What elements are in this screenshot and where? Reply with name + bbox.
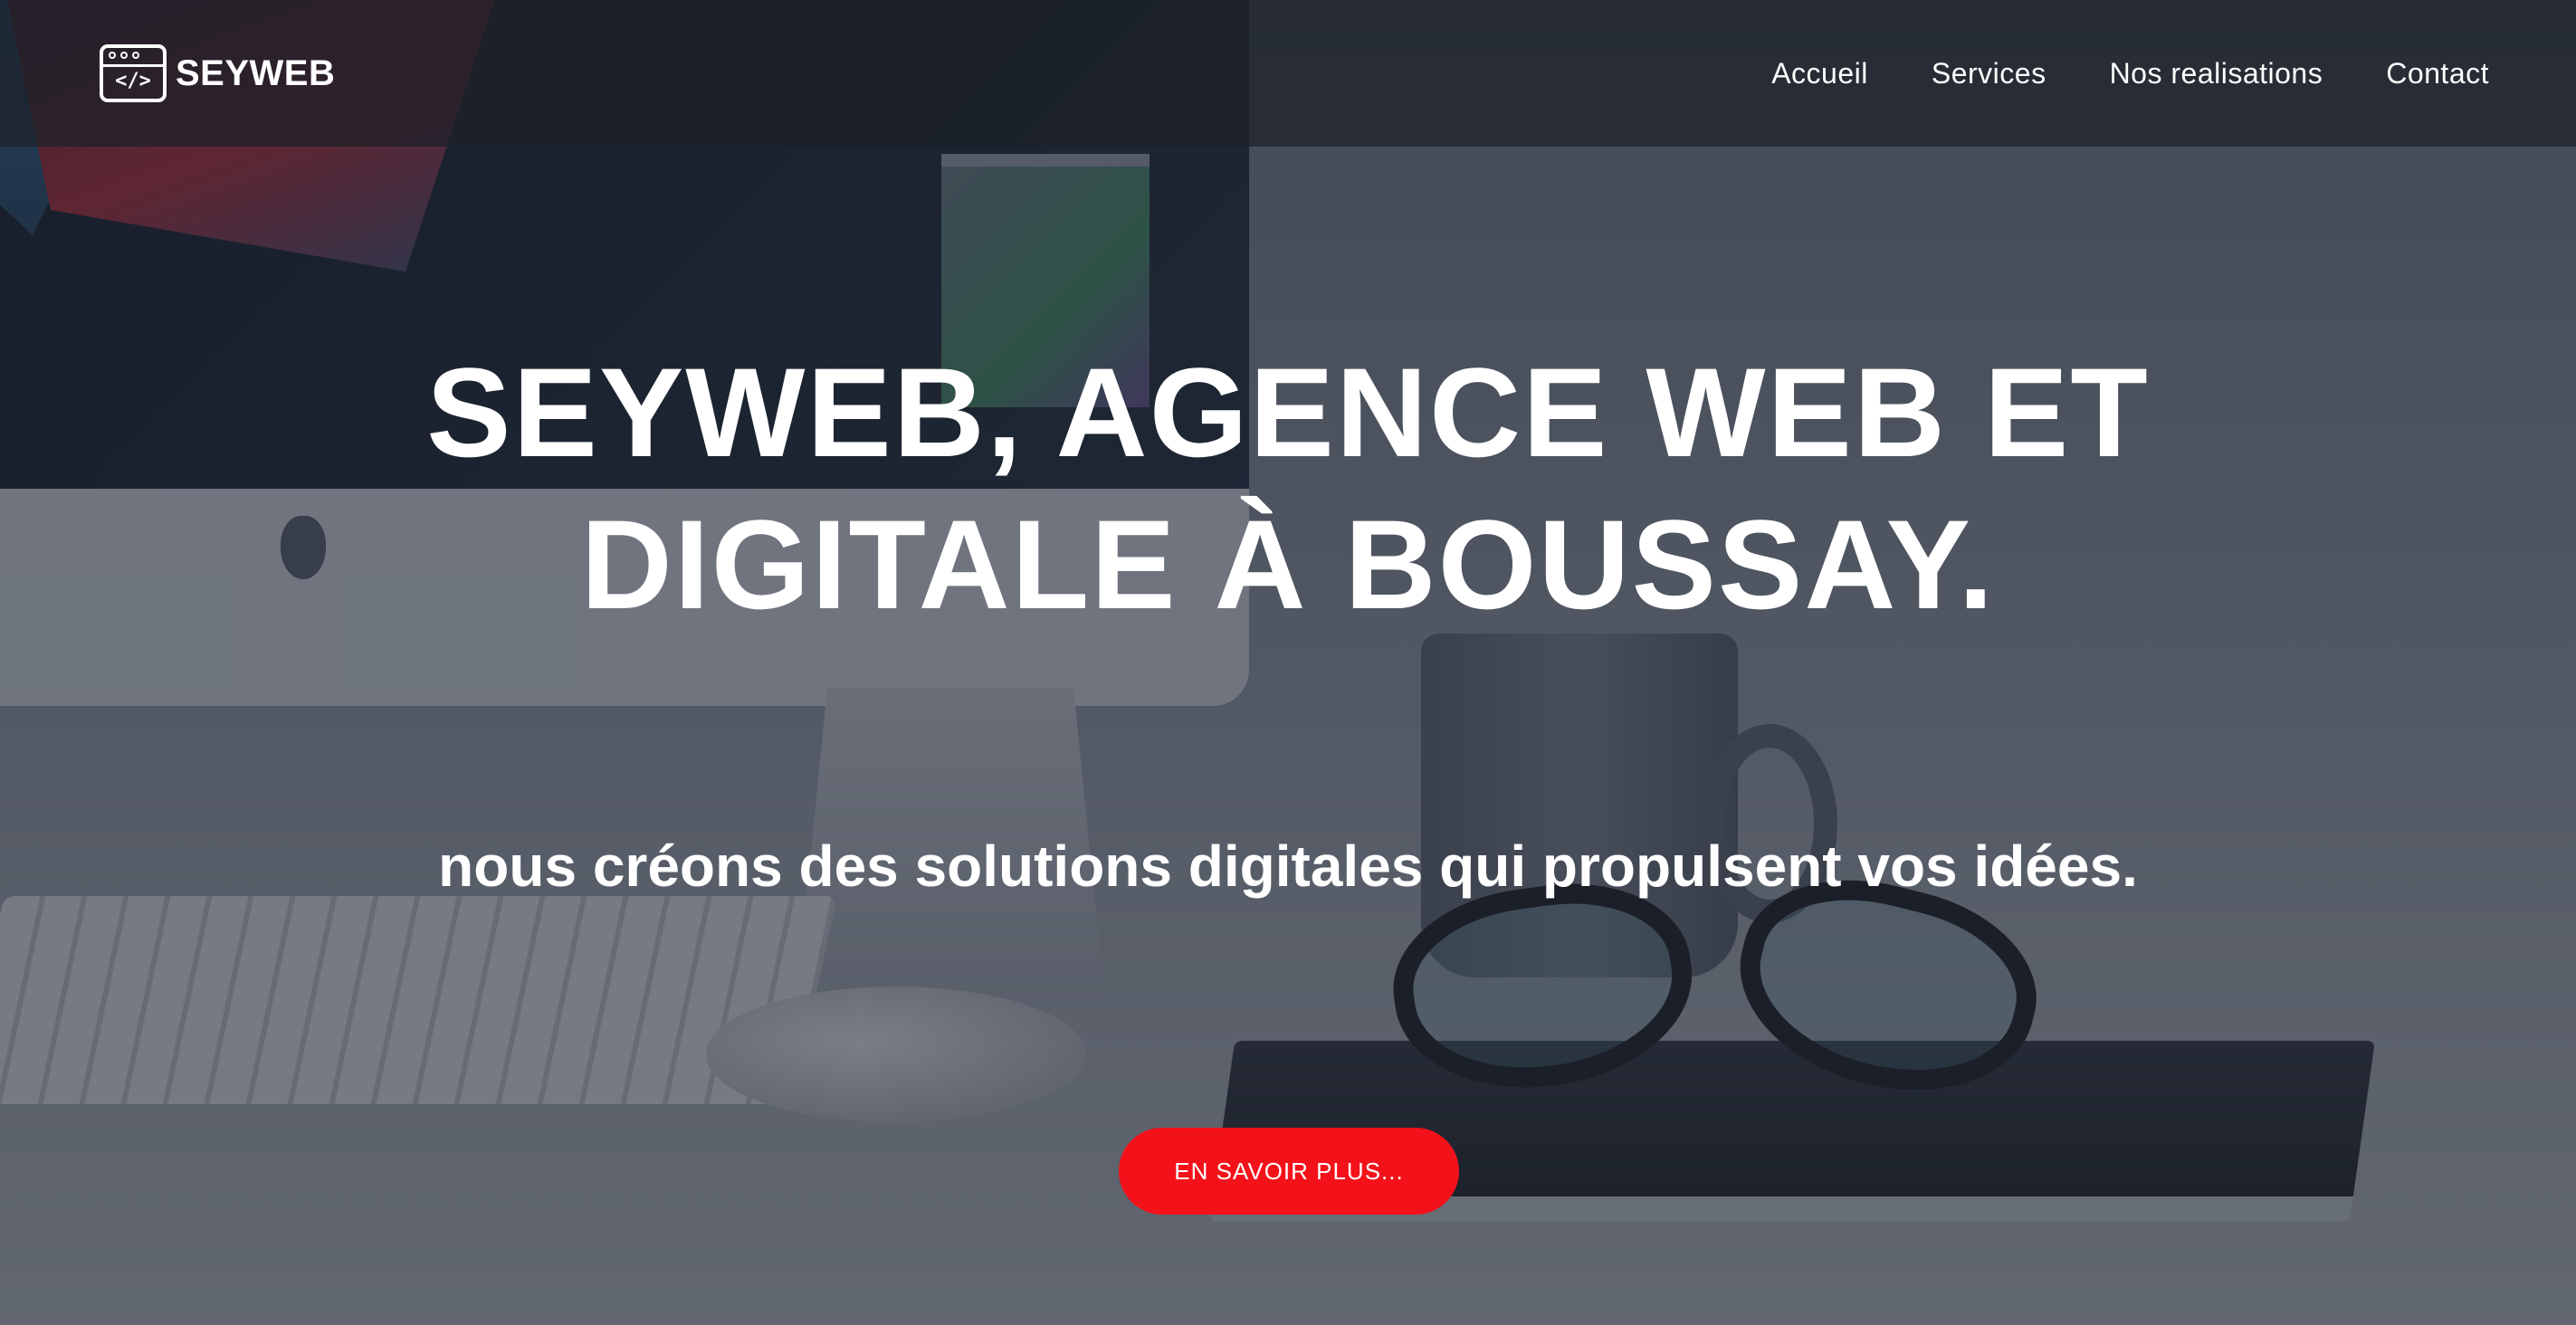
brand-logo-link[interactable]: </> SEYWEB: [100, 44, 335, 102]
window-bar: [103, 64, 163, 67]
hero-subtitle: nous créons des solutions digitales qui …: [438, 834, 2138, 899]
nav-item-accueil[interactable]: Accueil: [1771, 57, 1868, 91]
dark-overlay: [0, 0, 2576, 1325]
window-dots: [109, 52, 139, 59]
hero-background-image: [0, 0, 2576, 1325]
code-window-icon: </>: [100, 44, 167, 102]
nav-item-services[interactable]: Services: [1932, 57, 2046, 91]
brand-name: SEYWEB: [176, 52, 336, 93]
hero-title: SEYWEB, AGENCE WEB ET DIGITALE À BOUSSAY…: [0, 337, 2576, 641]
code-glyph: </>: [115, 70, 151, 92]
hero-title-line-2: DIGITALE À BOUSSAY.: [580, 493, 1996, 635]
nav-item-nos-realisations[interactable]: Nos realisations: [2110, 57, 2323, 91]
main-nav: Accueil Services Nos realisations Contac…: [1771, 57, 2489, 91]
nav-item-contact[interactable]: Contact: [2386, 57, 2489, 91]
navbar: </> SEYWEB Accueil Services Nos realisat…: [0, 0, 2576, 147]
hero-title-line-1: SEYWEB, AGENCE WEB ET: [426, 341, 2150, 483]
en-savoir-plus-button[interactable]: EN SAVOIR PLUS...: [1119, 1128, 1459, 1215]
